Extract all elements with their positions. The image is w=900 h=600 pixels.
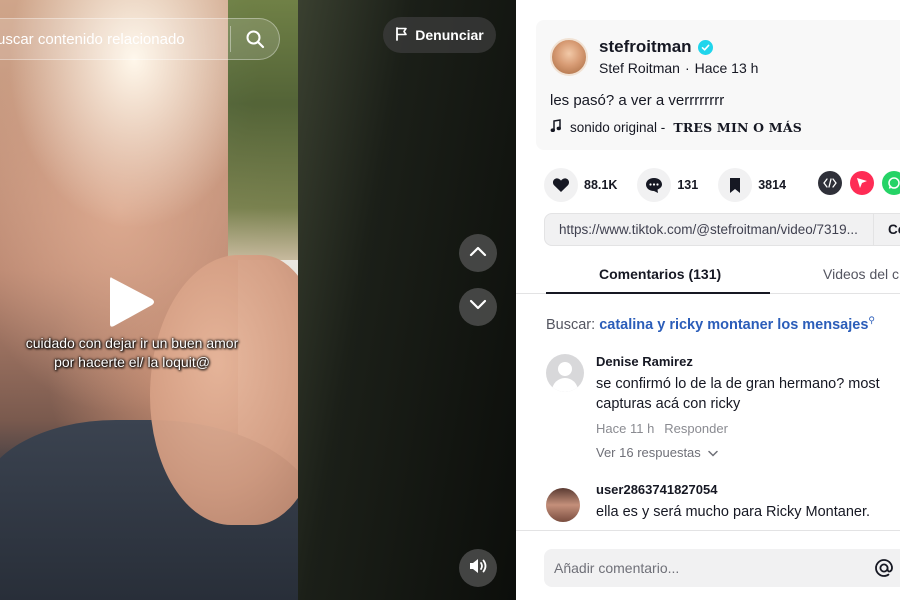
- mention-at-icon[interactable]: [874, 558, 894, 583]
- post-card: stefroitman Stef Roitman · Hace 13 h les…: [536, 20, 900, 150]
- author-display-name: Stef Roitman: [599, 60, 680, 76]
- like-count: 88.1K: [584, 178, 618, 192]
- comment-username[interactable]: user2863741827054: [596, 482, 717, 497]
- video-link-text[interactable]: https://www.tiktok.com/@stefroitman/vide…: [545, 222, 873, 237]
- report-button[interactable]: Denunciar: [383, 17, 496, 53]
- search-suggestion[interactable]: Buscar: catalina y ricky montaner los me…: [546, 315, 875, 333]
- previous-video-button[interactable]: [459, 234, 497, 272]
- search-suggestion-label: Buscar:: [546, 316, 596, 333]
- active-tab-indicator: [546, 292, 770, 294]
- bookmark-icon[interactable]: [718, 168, 753, 202]
- subline-separator: ·: [684, 60, 690, 76]
- search-icon[interactable]: [231, 29, 279, 49]
- author-avatar[interactable]: [550, 38, 588, 76]
- engagement-stats: 88.1K 131 3814: [544, 168, 806, 202]
- comment-text: se confirmó lo de la de gran hermano? mo…: [596, 376, 880, 412]
- view-replies-label[interactable]: Ver 16 respuestas: [596, 445, 701, 460]
- save-stat[interactable]: 3814: [718, 168, 786, 202]
- small-search-icon: ⚲: [868, 315, 875, 325]
- comment-input-bar: [516, 530, 900, 600]
- search-suggestion-term[interactable]: catalina y ricky montaner los mensajes: [599, 317, 868, 333]
- copy-link-button[interactable]: Co: [873, 214, 900, 245]
- tab-creator-videos[interactable]: Videos del c: [823, 266, 899, 282]
- volume-icon: [468, 557, 488, 580]
- chevron-down-icon: [469, 298, 487, 316]
- send-to-friends-icon[interactable]: [850, 171, 874, 195]
- comment-meta: Hace 11 h Responder: [596, 421, 728, 436]
- save-count: 3814: [758, 178, 787, 192]
- comment-text: ella es y será mucho para Ricky Montaner…: [596, 504, 871, 520]
- comment-username[interactable]: Denise Ramirez: [596, 354, 693, 369]
- heart-icon[interactable]: [544, 168, 578, 202]
- like-stat[interactable]: 88.1K: [544, 168, 617, 202]
- share-buttons: [818, 171, 900, 195]
- tab-comments[interactable]: Comentarios (131): [599, 266, 721, 282]
- subject-hand: [150, 255, 298, 525]
- comment-stat[interactable]: 131: [637, 168, 698, 202]
- music-note-icon: [550, 119, 562, 136]
- comment-count: 131: [677, 178, 699, 192]
- next-video-button[interactable]: [459, 288, 497, 326]
- panel-tabs: Comentarios (131) Videos del c: [516, 258, 900, 294]
- reply-button[interactable]: Responder: [664, 421, 728, 436]
- flag-icon: [395, 26, 408, 44]
- comment-input[interactable]: [544, 560, 900, 576]
- verified-badge-icon: [697, 39, 713, 55]
- report-label: Denunciar: [415, 27, 484, 43]
- video-player[interactable]: uscar contenido relacionado Denunciar cu…: [0, 0, 516, 600]
- post-time: Hace 13 h: [694, 60, 759, 76]
- play-icon[interactable]: [106, 274, 156, 335]
- related-search-bar[interactable]: uscar contenido relacionado: [0, 18, 280, 60]
- sound-link[interactable]: sonido original - TRES MIN O MÁS: [550, 119, 802, 136]
- chevron-down-icon: [708, 445, 718, 460]
- comment-input-box[interactable]: [544, 549, 900, 587]
- post-description: les pasó? a ver a verrrrrrrr: [550, 92, 725, 109]
- video-link-box[interactable]: https://www.tiktok.com/@stefroitman/vide…: [544, 213, 900, 246]
- default-avatar-icon[interactable]: [546, 354, 584, 392]
- sound-title[interactable]: TRES MIN O MÁS: [673, 120, 802, 135]
- author-subline: Stef Roitman · Hace 13 h: [599, 60, 758, 76]
- view-replies-button[interactable]: Ver 16 respuestas: [596, 445, 718, 460]
- chevron-up-icon: [469, 244, 487, 262]
- sound-prefix: sonido original -: [570, 120, 666, 135]
- comment-bubble-icon[interactable]: [637, 168, 672, 202]
- details-panel: stefroitman Stef Roitman · Hace 13 h les…: [516, 0, 900, 600]
- volume-button[interactable]: [459, 549, 497, 587]
- related-search-placeholder[interactable]: uscar contenido relacionado: [0, 31, 230, 48]
- user-avatar[interactable]: [546, 488, 580, 522]
- whatsapp-icon[interactable]: [882, 171, 900, 195]
- author-username-text[interactable]: stefroitman: [599, 37, 692, 57]
- author-username[interactable]: stefroitman: [599, 37, 713, 57]
- video-caption: cuidado con dejar ir un buen amor por ha…: [25, 335, 239, 370]
- embed-code-icon[interactable]: [818, 171, 842, 195]
- comment-time: Hace 11 h: [596, 421, 655, 436]
